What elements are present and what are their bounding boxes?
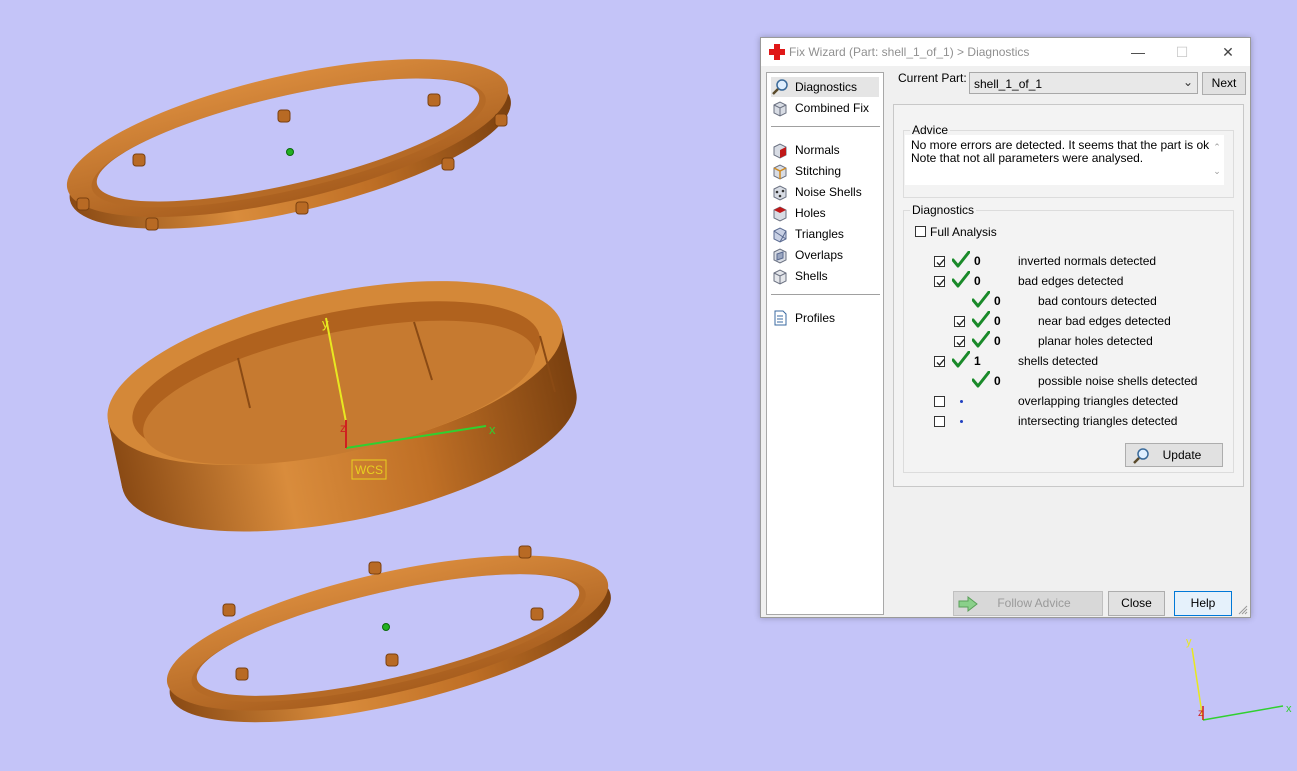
next-button[interactable]: Next [1202,72,1246,95]
shells-icon [773,269,787,285]
current-part-select[interactable]: shell_1_of_1 ⌄ [969,72,1198,94]
svg-text:x: x [1286,703,1292,715]
diagnostic-label: shells detected [1018,354,1099,368]
maximize-button[interactable]: ☐ [1160,38,1204,66]
help-button[interactable]: Help [1174,591,1232,616]
pending-dot-icon [960,400,963,403]
diagnostics-group: Diagnostics Full Analysis 0 inverted norm… [903,203,1234,473]
wcs-label: WCS [355,463,383,477]
green-arrow-icon [958,596,978,612]
fix-wizard-dialog: Fix Wizard (Part: shell_1_of_1) > Diagno… [760,37,1251,618]
diagnostic-count: 0 [974,274,981,288]
magnifier-icon [1133,448,1149,464]
wcs-x-label: x [489,422,496,437]
green-checkmark-icon [971,330,991,349]
green-checkmark-icon [951,270,971,289]
scroll-down-icon: ⌄ [1213,166,1221,176]
follow-advice-button[interactable]: Follow Advice [953,591,1103,616]
stitching-icon [773,164,787,180]
cube-icon [773,101,787,117]
diagnostics-title: Diagnostics [910,203,977,217]
top-ring-part[interactable] [53,27,524,261]
diagnostic-count: 0 [994,374,1001,388]
update-button[interactable]: Update [1125,443,1223,467]
diagnostics-panel: Advice No more errors are detected. It s… [893,104,1244,487]
triangles-icon [773,227,787,243]
diagnostic-checkbox[interactable] [934,356,945,367]
green-checkmark-icon [971,290,991,309]
diagnostic-label: near bad edges detected [1038,314,1171,328]
pending-dot-icon [960,420,963,423]
diagnostic-checkbox[interactable] [954,336,965,347]
diagnostic-checkbox[interactable] [934,256,945,267]
diagnostic-label: inverted normals detected [1018,254,1157,268]
advice-text: No more errors are detected. It seems th… [905,135,1224,185]
green-checkmark-icon [951,250,971,269]
bottom-ring-part[interactable] [154,524,624,754]
bottom-ring-center-marker [382,623,390,631]
diagnostic-label: bad edges detected [1018,274,1124,288]
top-ring-center-marker [286,148,294,156]
holes-icon [773,206,787,222]
document-icon [774,310,787,326]
diagnostic-count: 0 [974,254,981,268]
nav-item-diagnostics[interactable]: Diagnostics [771,77,879,97]
diagnostic-label: planar holes detected [1038,334,1153,348]
svg-text:z: z [1198,708,1203,719]
diagnostic-count: 0 [994,334,1001,348]
diagnostic-checkbox[interactable] [934,396,945,407]
overlaps-icon [773,248,787,264]
full-analysis-label: Full Analysis [930,225,997,239]
orientation-axes: y z x [1186,636,1292,721]
noise-shells-icon [773,185,787,201]
diagnostic-label: possible noise shells detected [1038,374,1198,388]
svg-text:y: y [1186,636,1192,648]
chevron-down-icon: ⌄ [1182,75,1193,89]
scroll-up-icon: ⌃ [1213,142,1221,152]
diagnostic-checkbox[interactable] [954,316,965,327]
close-window-button[interactable]: ✕ [1206,38,1250,66]
close-button[interactable]: Close [1108,591,1165,616]
dialog-title: Fix Wizard (Part: shell_1_of_1) > Diagno… [789,45,1030,59]
current-part-label: Current Part: [898,71,967,85]
diagnostic-count: 1 [974,354,981,368]
wcs-z-label: z [340,421,346,435]
title-bar[interactable]: Fix Wizard (Part: shell_1_of_1) > Diagno… [761,38,1250,66]
diagnostic-label: bad contours detected [1038,294,1157,308]
advice-group: Advice No more errors are detected. It s… [903,123,1234,198]
green-checkmark-icon [971,370,991,389]
wizard-nav: Diagnostics Combined Fix Normals Stitchi… [766,72,884,615]
diagnostic-label: overlapping triangles detected [1018,394,1179,408]
diagnostic-count: 0 [994,294,1001,308]
magnifier-icon [772,79,788,95]
red-cross-icon [769,44,785,60]
full-analysis-checkbox[interactable] [915,226,926,237]
wcs-y-label: y [322,316,329,331]
resize-grip-icon[interactable] [1238,605,1248,615]
diagnostic-checkbox[interactable] [934,276,945,287]
minimize-button[interactable]: — [1116,38,1160,66]
green-checkmark-icon [971,310,991,329]
green-checkmark-icon [951,350,971,369]
diagnostic-label: intersecting triangles detected [1018,414,1178,428]
diagnostic-checkbox[interactable] [934,416,945,427]
normals-icon [773,143,787,159]
advice-scrollbar[interactable]: ⌃ ⌄ [1210,135,1224,185]
diagnostic-count: 0 [994,314,1001,328]
